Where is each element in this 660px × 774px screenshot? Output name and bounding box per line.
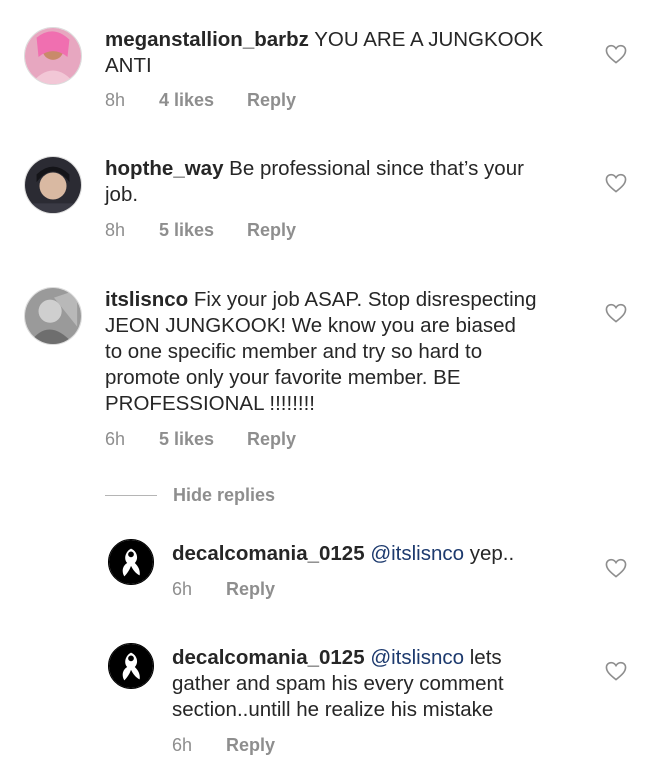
- likes-count[interactable]: 5 likes: [159, 220, 247, 241]
- heart-outline-icon[interactable]: [605, 558, 627, 578]
- mention-link[interactable]: @itslisnco: [370, 542, 464, 565]
- timestamp[interactable]: 6h: [105, 429, 159, 450]
- hide-replies-label[interactable]: Hide replies: [173, 485, 275, 506]
- comment-body-line: to one specific member and try so hard t…: [105, 340, 483, 363]
- comment-body-line: ANTI: [105, 54, 152, 77]
- reply-button[interactable]: Reply: [247, 220, 296, 241]
- avatar[interactable]: [24, 27, 82, 85]
- comment-body-line: PROFESSIONAL !!!!!!!!: [105, 392, 315, 415]
- likes-count[interactable]: 5 likes: [159, 429, 247, 450]
- comment-text: hopthe_way Be professional since that’s …: [105, 156, 524, 208]
- comment-body-line: Be professional since that’s your: [229, 157, 524, 180]
- comment-body-line: lets: [469, 646, 502, 669]
- reply-button[interactable]: Reply: [247, 429, 296, 450]
- comment-text: decalcomania_0125 @itslisnco lets gather…: [172, 645, 504, 723]
- comment-body-line: gather and spam his every comment: [172, 672, 504, 695]
- heart-outline-icon[interactable]: [605, 661, 627, 681]
- comment-body-line: Fix your job ASAP. Stop disrespecting: [193, 288, 537, 311]
- mention-link[interactable]: @itslisnco: [370, 646, 464, 669]
- heart-outline-icon[interactable]: [605, 173, 627, 193]
- hide-replies-toggle[interactable]: Hide replies: [105, 484, 275, 506]
- username[interactable]: decalcomania_0125: [172, 646, 365, 669]
- comment-body-line: job.: [105, 183, 139, 206]
- timestamp[interactable]: 6h: [172, 735, 226, 756]
- comment-meta: 6h Reply: [172, 579, 275, 600]
- comment-text: meganstallion_barbz YOU ARE A JUNGKOOK A…: [105, 27, 543, 79]
- avatar[interactable]: [108, 643, 154, 689]
- comment-body-line: section..untill he realize his mistake: [172, 698, 494, 721]
- reply-button[interactable]: Reply: [247, 90, 296, 111]
- timestamp[interactable]: 8h: [105, 90, 159, 111]
- comment-body-line: YOU ARE A JUNGKOOK: [314, 28, 544, 51]
- comment-meta: 8h 4 likes Reply: [105, 90, 296, 111]
- comment-meta: 8h 5 likes Reply: [105, 220, 296, 241]
- avatar[interactable]: [24, 156, 82, 214]
- reply-button[interactable]: Reply: [226, 579, 275, 600]
- comment-body-line: promote only your favorite member. BE: [105, 366, 461, 389]
- username[interactable]: meganstallion_barbz: [105, 28, 309, 51]
- username[interactable]: itslisnco: [105, 288, 188, 311]
- comment-text: itslisnco Fix your job ASAP. Stop disres…: [105, 287, 537, 417]
- comment-body-line: yep..: [469, 542, 515, 565]
- heart-outline-icon[interactable]: [605, 303, 627, 323]
- username[interactable]: hopthe_way: [105, 157, 223, 180]
- comment-meta: 6h Reply: [172, 735, 275, 756]
- heart-outline-icon[interactable]: [605, 44, 627, 64]
- replies-divider: [105, 494, 157, 496]
- comment-meta: 6h 5 likes Reply: [105, 429, 296, 450]
- username[interactable]: decalcomania_0125: [172, 542, 365, 565]
- comment-body-line: JEON JUNGKOOK! We know you are biased: [105, 314, 516, 337]
- likes-count[interactable]: 4 likes: [159, 90, 247, 111]
- timestamp[interactable]: 6h: [172, 579, 226, 600]
- timestamp[interactable]: 8h: [105, 220, 159, 241]
- comment-text: decalcomania_0125 @itslisnco yep..: [172, 541, 514, 567]
- avatar[interactable]: [108, 539, 154, 585]
- reply-button[interactable]: Reply: [226, 735, 275, 756]
- avatar[interactable]: [24, 287, 82, 345]
